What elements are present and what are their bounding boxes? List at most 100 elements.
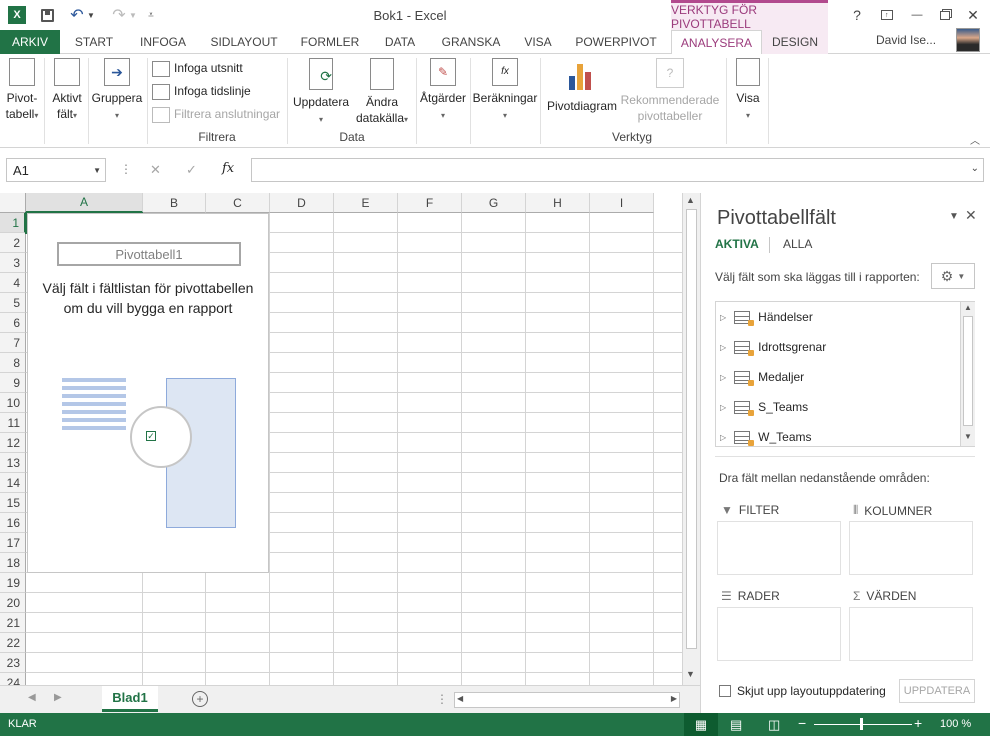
new-sheet-icon[interactable]: + xyxy=(192,691,208,707)
row-header-1[interactable]: 1 xyxy=(0,213,26,233)
field-item[interactable]: ▷ Medaljer xyxy=(720,362,804,392)
row-header-7[interactable]: 7 xyxy=(0,333,26,353)
uppdatera-button[interactable]: ⟳ Uppdatera ▾ xyxy=(290,58,352,128)
tab-granska[interactable]: GRANSKA xyxy=(434,30,508,54)
pane-close-icon[interactable]: ✕ xyxy=(965,207,977,224)
row-header-23[interactable]: 23 xyxy=(0,653,26,673)
close-button[interactable]: ✕ xyxy=(958,0,988,30)
normal-view-icon[interactable]: ▦ xyxy=(684,713,718,736)
scroll-down-icon[interactable]: ▼ xyxy=(964,432,972,441)
expand-icon[interactable]: ▷ xyxy=(720,313,726,322)
row-header-5[interactable]: 5 xyxy=(0,293,26,313)
scroll-up-icon[interactable]: ▲ xyxy=(686,195,695,205)
infoga-utsnitt-button[interactable]: Infoga utsnitt xyxy=(152,60,243,77)
pivotdiagram-button[interactable]: Pivotdiagram xyxy=(544,58,620,114)
tab-design[interactable]: DESIGN xyxy=(762,30,828,54)
horizontal-scrollbar[interactable]: ◀ ▶ xyxy=(454,692,680,708)
zoom-out-button[interactable]: − xyxy=(798,715,806,731)
filtrera-anslutningar-button[interactable]: Filtrera anslutningar xyxy=(152,106,280,123)
field-item[interactable]: ▷ S_Teams xyxy=(720,392,808,422)
page-break-view-icon[interactable]: ◫ xyxy=(768,717,780,733)
values-drop-area[interactable] xyxy=(849,607,973,661)
row-header-17[interactable]: 17 xyxy=(0,533,26,553)
cancel-icon[interactable]: ✕ xyxy=(150,162,161,178)
prev-sheet-icon[interactable]: ◀ xyxy=(28,692,36,703)
scroll-thumb[interactable] xyxy=(963,316,973,426)
zoom-level[interactable]: 100 % xyxy=(940,718,971,730)
row-header-18[interactable]: 18 xyxy=(0,553,26,573)
expand-formula-icon[interactable]: ⌄ xyxy=(971,163,979,174)
infoga-tidslinje-button[interactable]: Infoga tidslinje xyxy=(152,83,251,100)
defer-update-checkbox[interactable] xyxy=(719,685,731,697)
row-header-8[interactable]: 8 xyxy=(0,353,26,373)
row-header-24[interactable]: 24 xyxy=(0,673,26,685)
row-header-3[interactable]: 3 xyxy=(0,253,26,273)
zoom-slider-thumb[interactable] xyxy=(860,718,863,730)
row-header-12[interactable]: 12 xyxy=(0,433,26,453)
column-header-h[interactable]: H xyxy=(526,193,590,213)
tab-aktiva[interactable]: AKTIVA xyxy=(715,237,759,251)
column-header-i[interactable]: I xyxy=(590,193,654,213)
collapse-ribbon-icon[interactable]: ︿ xyxy=(970,132,980,147)
field-list-scrollbar[interactable]: ▲ ▼ xyxy=(960,302,975,446)
row-header-13[interactable]: 13 xyxy=(0,453,26,473)
pivottabell-button[interactable]: Pivot- tabell▾ xyxy=(4,58,40,124)
update-button[interactable]: UPPDATERA xyxy=(899,679,975,703)
tab-start[interactable]: START xyxy=(64,30,124,54)
help-button[interactable]: ? xyxy=(842,0,872,30)
name-box[interactable]: A1 ▼ xyxy=(6,158,106,182)
ribbon-display-options-icon[interactable]: ↑ xyxy=(872,0,902,30)
row-header-15[interactable]: 15 xyxy=(0,493,26,513)
restore-icon[interactable] xyxy=(930,0,960,30)
expand-icon[interactable]: ▷ xyxy=(720,343,726,352)
rows-drop-area[interactable] xyxy=(717,607,841,661)
formula-input[interactable]: ⌄ xyxy=(251,158,984,182)
row-header-2[interactable]: 2 xyxy=(0,233,26,253)
column-header-c[interactable]: C xyxy=(206,193,270,213)
andra-datakalla-button[interactable]: Ändra datakälla▾ xyxy=(352,58,412,128)
column-header-b[interactable]: B xyxy=(143,193,206,213)
tab-visa[interactable]: VISA xyxy=(514,30,562,54)
field-item[interactable]: ▷ Händelser xyxy=(720,302,813,332)
expand-icon[interactable]: ▷ xyxy=(720,403,726,412)
insert-function-icon[interactable]: fx xyxy=(222,161,234,176)
page-layout-view-icon[interactable]: ▤ xyxy=(730,717,742,733)
row-header-19[interactable]: 19 xyxy=(0,573,26,593)
row-header-10[interactable]: 10 xyxy=(0,393,26,413)
row-header-16[interactable]: 16 xyxy=(0,513,26,533)
tab-infoga[interactable]: INFOGA xyxy=(130,30,196,54)
gruppera-button[interactable]: ➔ Gruppera ▾ xyxy=(90,58,144,124)
atgarder-button[interactable]: ✎ Åtgärder ▾ xyxy=(418,58,468,124)
column-header-f[interactable]: F xyxy=(398,193,462,213)
berakningar-button[interactable]: fx Beräkningar ▾ xyxy=(472,58,538,124)
row-header-11[interactable]: 11 xyxy=(0,413,26,433)
zoom-slider[interactable] xyxy=(814,718,912,730)
formula-bar-grip-icon[interactable]: ⋮ xyxy=(120,162,132,176)
filter-drop-area[interactable] xyxy=(717,521,841,575)
tab-formler[interactable]: FORMLER xyxy=(294,30,366,54)
sheet-tab-blad1[interactable]: Blad1 xyxy=(102,686,158,712)
zoom-in-button[interactable]: + xyxy=(914,715,922,731)
scroll-down-icon[interactable]: ▼ xyxy=(686,669,695,679)
field-list[interactable]: ▷ Händelser ▷ Idrottsgrenar ▷ Medaljer ▷ S_T… xyxy=(715,301,975,447)
pivot-placeholder[interactable]: Pivottabell1 Välj fält i fältlistan för … xyxy=(27,213,269,573)
column-header-g[interactable]: G xyxy=(462,193,526,213)
row-header-6[interactable]: 6 xyxy=(0,313,26,333)
row-header-21[interactable]: 21 xyxy=(0,613,26,633)
tab-analysera[interactable]: ANALYSERA xyxy=(671,30,762,55)
row-header-9[interactable]: 9 xyxy=(0,373,26,393)
tab-powerpivot[interactable]: POWERPIVOT xyxy=(570,30,662,54)
aktivt-falt-button[interactable]: Aktivt fält▾ xyxy=(48,58,86,124)
field-item[interactable]: ▷ Idrottsgrenar xyxy=(720,332,826,362)
field-list-settings-button[interactable]: ⚙ ▼ xyxy=(931,263,975,289)
row-header-14[interactable]: 14 xyxy=(0,473,26,493)
scroll-left-icon[interactable]: ◀ xyxy=(457,694,463,703)
rekommenderade-button[interactable]: ? Rekommenderade pivottabeller xyxy=(620,58,720,124)
vertical-scrollbar[interactable]: ▲ ▼ xyxy=(682,193,700,685)
visa-button[interactable]: Visa ▾ xyxy=(730,58,766,124)
scroll-thumb[interactable] xyxy=(686,209,697,649)
column-header-e[interactable]: E xyxy=(334,193,398,213)
column-header-a[interactable]: A xyxy=(26,193,143,213)
user-name[interactable]: David Ise... xyxy=(876,33,936,47)
scroll-right-icon[interactable]: ▶ xyxy=(671,694,677,703)
